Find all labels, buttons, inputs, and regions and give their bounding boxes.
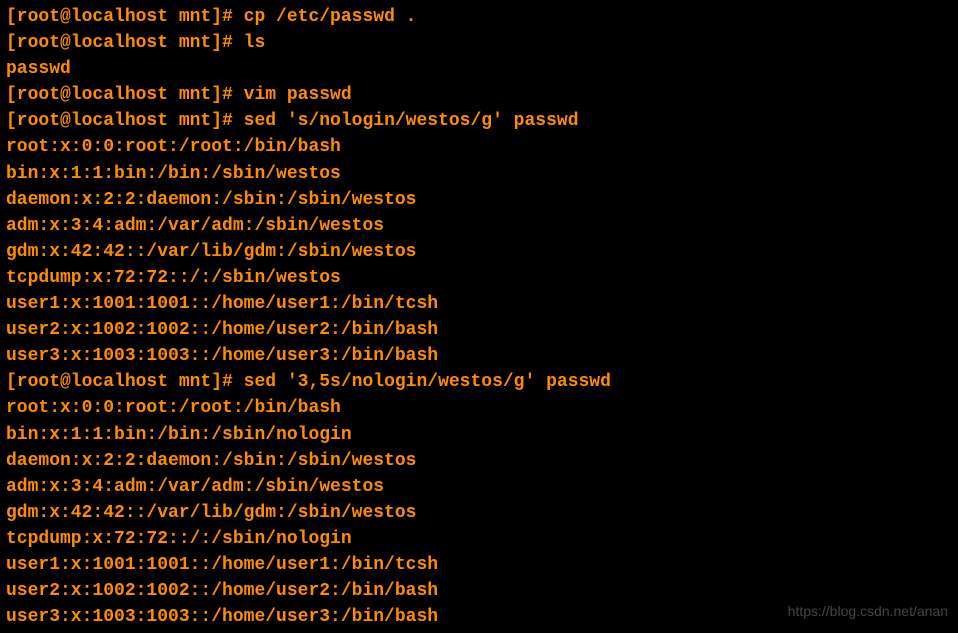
shell-output: tcpdump:x:72:72::/:/sbin/nologin	[6, 529, 352, 549]
shell-output: tcpdump:x:72:72::/:/sbin/westos	[6, 268, 341, 288]
terminal-line: user1:x:1001:1001::/home/user1:/bin/tcsh	[6, 552, 952, 578]
shell-prompt: [root@localhost mnt]#	[6, 372, 244, 392]
terminal-line: [root@localhost mnt]# cp /etc/passwd .	[6, 4, 952, 30]
terminal-line: bin:x:1:1:bin:/bin:/sbin/nologin	[6, 422, 952, 448]
terminal-line: adm:x:3:4:adm:/var/adm:/sbin/westos	[6, 474, 952, 500]
shell-output: user2:x:1002:1002::/home/user2:/bin/bash	[6, 581, 438, 601]
shell-output: user2:x:1002:1002::/home/user2:/bin/bash	[6, 320, 438, 340]
shell-output: adm:x:3:4:adm:/var/adm:/sbin/westos	[6, 477, 384, 497]
terminal-line: [root@localhost mnt]# sed '3,5s/nologin/…	[6, 369, 952, 395]
shell-output: passwd	[6, 59, 71, 79]
shell-command: ls	[244, 33, 266, 53]
terminal-line: [root@localhost mnt]# vim passwd	[6, 82, 952, 108]
shell-output: daemon:x:2:2:daemon:/sbin:/sbin/westos	[6, 190, 416, 210]
shell-command: sed '3,5s/nologin/westos/g' passwd	[244, 372, 611, 392]
terminal-line: gdm:x:42:42::/var/lib/gdm:/sbin/westos	[6, 239, 952, 265]
shell-output: user3:x:1003:1003::/home/user3:/bin/bash	[6, 346, 438, 366]
shell-command: cp /etc/passwd .	[244, 7, 417, 27]
terminal-line: root:x:0:0:root:/root:/bin/bash	[6, 395, 952, 421]
terminal-line: daemon:x:2:2:daemon:/sbin:/sbin/westos	[6, 448, 952, 474]
terminal-output[interactable]: [root@localhost mnt]# cp /etc/passwd .[r…	[6, 4, 952, 630]
shell-command: vim passwd	[244, 85, 352, 105]
shell-prompt: [root@localhost mnt]#	[6, 33, 244, 53]
terminal-line: bin:x:1:1:bin:/bin:/sbin/westos	[6, 161, 952, 187]
shell-prompt: [root@localhost mnt]#	[6, 7, 244, 27]
watermark-text: https://blog.csdn.net/anan	[788, 601, 948, 621]
shell-output: user1:x:1001:1001::/home/user1:/bin/tcsh	[6, 294, 438, 314]
terminal-line: user1:x:1001:1001::/home/user1:/bin/tcsh	[6, 291, 952, 317]
shell-command: sed 's/nologin/westos/g' passwd	[244, 111, 579, 131]
terminal-line: [root@localhost mnt]# ls	[6, 30, 952, 56]
shell-output: daemon:x:2:2:daemon:/sbin:/sbin/westos	[6, 451, 416, 471]
shell-output: root:x:0:0:root:/root:/bin/bash	[6, 137, 341, 157]
shell-output: gdm:x:42:42::/var/lib/gdm:/sbin/westos	[6, 503, 416, 523]
terminal-line: [root@localhost mnt]# sed 's/nologin/wes…	[6, 108, 952, 134]
terminal-line: user2:x:1002:1002::/home/user2:/bin/bash	[6, 317, 952, 343]
terminal-line: adm:x:3:4:adm:/var/adm:/sbin/westos	[6, 213, 952, 239]
terminal-line: tcpdump:x:72:72::/:/sbin/nologin	[6, 526, 952, 552]
terminal-line: tcpdump:x:72:72::/:/sbin/westos	[6, 265, 952, 291]
shell-output: user3:x:1003:1003::/home/user3:/bin/bash	[6, 607, 438, 627]
terminal-line: passwd	[6, 56, 952, 82]
terminal-line: gdm:x:42:42::/var/lib/gdm:/sbin/westos	[6, 500, 952, 526]
shell-output: gdm:x:42:42::/var/lib/gdm:/sbin/westos	[6, 242, 416, 262]
shell-prompt: [root@localhost mnt]#	[6, 111, 244, 131]
shell-output: bin:x:1:1:bin:/bin:/sbin/nologin	[6, 425, 352, 445]
shell-prompt: [root@localhost mnt]#	[6, 85, 244, 105]
shell-output: bin:x:1:1:bin:/bin:/sbin/westos	[6, 164, 341, 184]
terminal-line: user3:x:1003:1003::/home/user3:/bin/bash	[6, 343, 952, 369]
shell-output: root:x:0:0:root:/root:/bin/bash	[6, 398, 341, 418]
terminal-line: daemon:x:2:2:daemon:/sbin:/sbin/westos	[6, 187, 952, 213]
terminal-line: root:x:0:0:root:/root:/bin/bash	[6, 134, 952, 160]
shell-output: user1:x:1001:1001::/home/user1:/bin/tcsh	[6, 555, 438, 575]
shell-output: adm:x:3:4:adm:/var/adm:/sbin/westos	[6, 216, 384, 236]
